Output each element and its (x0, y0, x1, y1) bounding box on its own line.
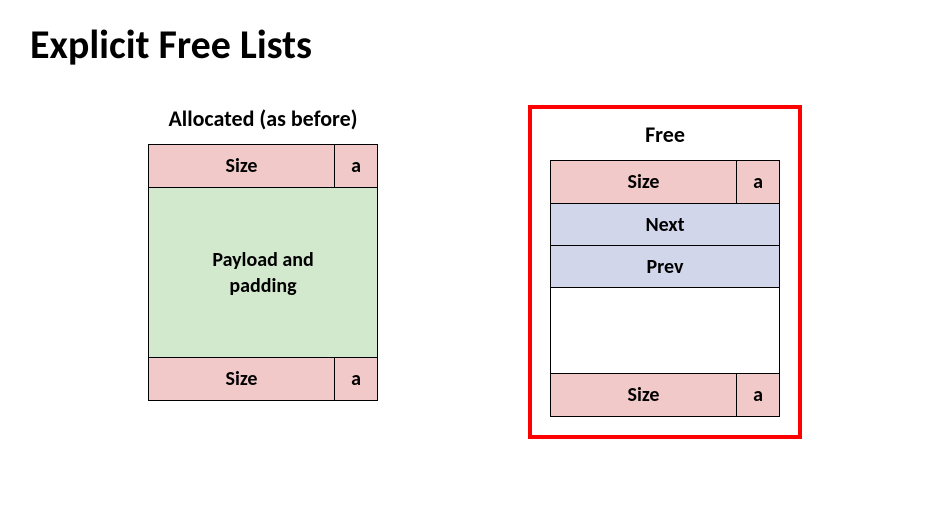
free-block: Size a Next Prev Size a (550, 160, 780, 417)
allocated-footer-size: Size (149, 358, 335, 400)
allocated-header-a: a (335, 145, 377, 187)
allocated-title: Allocated (as before) (168, 105, 357, 132)
free-header-size: Size (551, 161, 737, 203)
free-prev: Prev (550, 246, 780, 288)
allocated-header-size: Size (149, 145, 335, 187)
allocated-footer-a: a (335, 358, 377, 400)
free-header-row: Size a (550, 160, 780, 204)
free-blank (550, 288, 780, 374)
free-footer-row: Size a (550, 374, 780, 417)
free-highlight-box: Free Size a Next Prev Size a (528, 105, 802, 439)
allocated-header-row: Size a (148, 144, 378, 188)
allocated-column: Allocated (as before) Size a Payload and… (148, 105, 378, 439)
allocated-payload-text: Payload and padding (193, 247, 333, 299)
free-next: Next (550, 204, 780, 246)
allocated-block: Size a Payload and padding Size a (148, 144, 378, 401)
free-title: Free (645, 121, 685, 148)
free-footer-size: Size (551, 374, 737, 416)
free-footer-a: a (737, 374, 779, 416)
allocated-footer-row: Size a (148, 358, 378, 401)
diagram-container: Allocated (as before) Size a Payload and… (0, 105, 950, 439)
allocated-payload: Payload and padding (148, 188, 378, 358)
page-title: Explicit Free Lists (30, 20, 312, 69)
free-header-a: a (737, 161, 779, 203)
